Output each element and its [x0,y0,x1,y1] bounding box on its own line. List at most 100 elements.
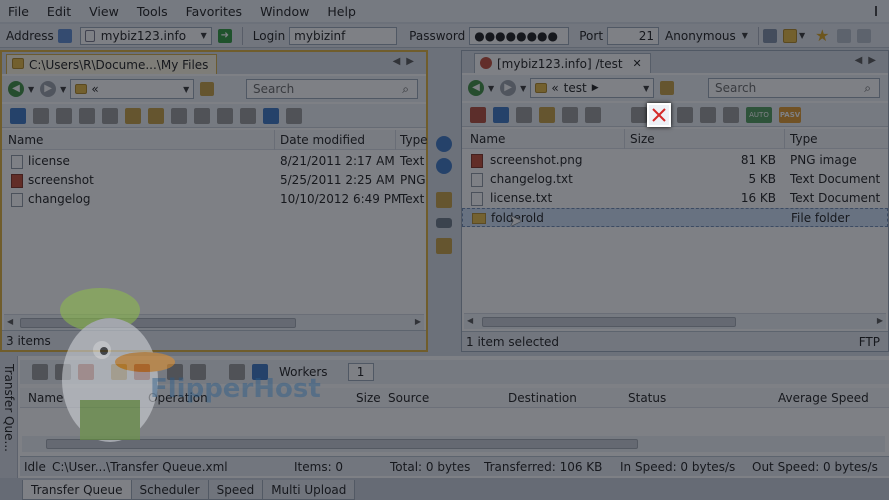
remote-path-field[interactable]: « test ▶ ▼ [530,78,655,98]
rename-icon[interactable] [562,106,578,123]
local-path-field[interactable]: « ▼ [70,79,195,99]
paste-icon[interactable] [240,107,256,124]
queue-side-tab[interactable]: Transfer Que... [0,356,18,478]
forward-icon[interactable]: ▶ [40,81,57,97]
edit-icon[interactable] [56,107,72,124]
close-icon[interactable]: ✕ [633,57,642,70]
menu-tools[interactable]: Tools [137,4,168,19]
login-field[interactable]: mybizinf [289,26,398,45]
tab-scheduler[interactable]: Scheduler [130,480,209,500]
scroll-thumb[interactable] [20,318,296,328]
layout-vertical-icon[interactable] [857,28,872,43]
col-destination[interactable]: Destination [508,391,577,405]
copy-icon[interactable] [217,107,233,124]
file-row[interactable]: license 8/21/2011 2:17 AM Text [2,152,426,171]
sync-browse-icon[interactable] [436,192,452,208]
up-folder-icon[interactable] [200,82,215,96]
scroll-left-icon[interactable]: ◀ [7,317,13,326]
back-icon[interactable]: ◀ [8,81,24,97]
remote-horizontal-scrollbar[interactable]: ◀ ▶ [464,313,886,329]
delete-icon[interactable] [608,107,624,123]
properties-dialog-icon[interactable] [263,107,279,124]
chevron-down-icon[interactable]: ▼ [520,84,526,93]
chmod-icon[interactable] [631,106,647,123]
scroll-thumb[interactable] [46,439,638,449]
tab-scroll-icon[interactable]: ◀▶ [393,56,420,67]
col-average-speed[interactable]: Average Speed [778,391,869,405]
col-type[interactable]: Type [790,132,818,146]
back-icon[interactable]: ◀ [468,80,484,96]
refresh-icon[interactable] [493,106,509,123]
remote-search-input[interactable]: Search ⌕ [708,78,880,98]
favorites-star-icon[interactable]: ★ [815,27,829,43]
address-field[interactable]: mybiz123.info ▼ [79,26,212,45]
col-source[interactable]: Source [388,391,429,405]
pause-icon[interactable] [111,364,127,380]
copy-icon[interactable] [700,106,716,123]
chevron-down-icon[interactable]: ▼ [742,31,748,40]
col-date-modified[interactable]: Date modified [280,133,365,147]
disconnect-icon[interactable] [470,106,486,123]
compare-folders-icon[interactable] [436,238,452,254]
column-divider[interactable] [624,129,625,149]
move-icon[interactable] [125,107,141,124]
site-manager-icon[interactable] [762,28,777,43]
col-status[interactable]: Status [628,391,666,405]
chevron-down-icon[interactable]: ▼ [60,85,66,94]
queue-copy-icon[interactable] [55,364,71,380]
delete-button-highlight[interactable] [647,103,671,127]
chevron-down-icon[interactable]: ▼ [488,84,494,93]
open-folder-icon[interactable] [782,28,797,43]
scroll-left-icon[interactable]: ◀ [467,316,473,325]
chevron-down-icon[interactable]: ▼ [201,31,207,40]
queue-start-icon[interactable] [32,364,48,380]
up-folder-icon[interactable] [660,81,675,95]
file-row[interactable]: changelog.txt 5 KB Text Document [462,170,888,189]
chevron-down-icon[interactable]: ▼ [799,31,805,40]
transfer-mode-auto-icon[interactable]: AUTO [746,106,772,123]
delete-icon[interactable] [102,107,118,124]
edit-icon[interactable] [585,106,601,123]
column-divider[interactable] [784,129,785,149]
col-name[interactable]: Name [8,133,43,147]
remote-tab[interactable]: [mybiz123.info] /test ✕ [474,53,651,73]
breadcrumb-arrow-icon[interactable]: ▶ [592,83,599,93]
view-mode-icon[interactable] [286,107,302,124]
cut-icon[interactable] [677,106,693,123]
connect-arrow-icon[interactable]: ➜ [217,28,232,43]
pasv-mode-icon[interactable]: PASV [779,106,801,123]
port-field[interactable]: 21 [607,26,660,45]
local-horizontal-scrollbar[interactable]: ◀ ▶ [4,314,424,330]
search-icon[interactable]: ⌕ [864,81,871,96]
properties-icon[interactable] [79,107,95,124]
col-name[interactable]: Name [28,391,63,405]
search-icon[interactable]: ⌕ [402,82,409,97]
anonymous-checkbox-label[interactable]: Anonymous [659,29,740,43]
layout-horizontal-icon[interactable] [837,28,852,43]
workers-stepper[interactable]: 1 [347,363,374,381]
file-row[interactable]: license.txt 16 KB Text Document [462,189,888,208]
globe-icon[interactable] [57,28,72,43]
view-icon[interactable] [33,107,49,124]
menu-window[interactable]: Window [260,4,309,19]
link-icon[interactable] [436,218,452,228]
column-divider[interactable] [274,130,275,150]
menu-file[interactable]: File [8,4,29,19]
new-folder-icon[interactable] [148,107,164,124]
chevron-down-icon[interactable]: ▼ [643,84,649,93]
file-row-selected[interactable]: folderold File folder ➤ [462,208,888,230]
col-name[interactable]: Name [470,132,505,146]
move-icon[interactable] [539,106,555,123]
local-search-input[interactable]: Search ⌕ [246,79,418,99]
tab-speed[interactable]: Speed [207,480,264,500]
queue-save-icon[interactable] [78,364,94,380]
menu-view[interactable]: View [89,4,119,19]
upload-icon[interactable] [436,136,452,152]
col-type[interactable]: Type [400,133,428,147]
scroll-thumb[interactable] [482,317,736,327]
stop-icon[interactable] [134,364,150,380]
file-row[interactable]: screenshot.png 81 KB PNG image [462,151,888,170]
rename-icon[interactable] [171,107,187,124]
col-size[interactable]: Size [356,391,381,405]
menu-edit[interactable]: Edit [47,4,71,19]
